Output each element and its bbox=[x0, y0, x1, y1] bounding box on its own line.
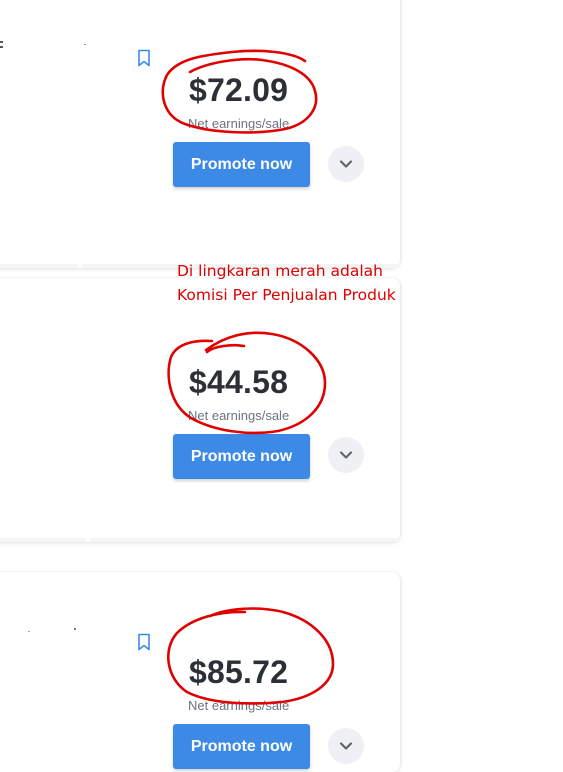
annotation-line: Komisi Per Penjualan Produk bbox=[177, 286, 396, 304]
bookmark-icon[interactable] bbox=[136, 633, 152, 651]
text-fragment bbox=[28, 631, 30, 632]
text-fragment bbox=[74, 628, 76, 630]
expand-button[interactable] bbox=[328, 728, 364, 764]
text-fragment bbox=[84, 44, 86, 45]
product-card bbox=[0, 0, 400, 268]
price-value: $85.72 bbox=[189, 654, 289, 690]
card-divider bbox=[0, 538, 400, 542]
text-fragment bbox=[0, 46, 3, 48]
chevron-down-icon bbox=[339, 451, 353, 459]
annotation-text: Di lingkaran merah adalah Komisi Per Pen… bbox=[177, 259, 396, 307]
chevron-down-icon bbox=[339, 160, 353, 168]
net-earnings-label: Net earnings/sale bbox=[188, 698, 290, 713]
annotation-line: Di lingkaran merah adalah bbox=[177, 262, 383, 280]
promote-now-button[interactable]: Promote now bbox=[173, 724, 310, 769]
net-earnings-label: Net earnings/sale bbox=[188, 408, 290, 423]
text-fragment bbox=[0, 41, 3, 43]
bookmark-icon[interactable] bbox=[136, 49, 152, 67]
price-value: $44.58 bbox=[189, 364, 289, 400]
net-earnings-label: Net earnings/sale bbox=[188, 116, 290, 131]
chevron-down-icon bbox=[339, 742, 353, 750]
promote-now-button[interactable]: Promote now bbox=[173, 142, 310, 187]
price-value: $72.09 bbox=[189, 72, 289, 108]
promote-now-button[interactable]: Promote now bbox=[173, 434, 310, 479]
expand-button[interactable] bbox=[328, 437, 364, 473]
expand-button[interactable] bbox=[328, 146, 364, 182]
